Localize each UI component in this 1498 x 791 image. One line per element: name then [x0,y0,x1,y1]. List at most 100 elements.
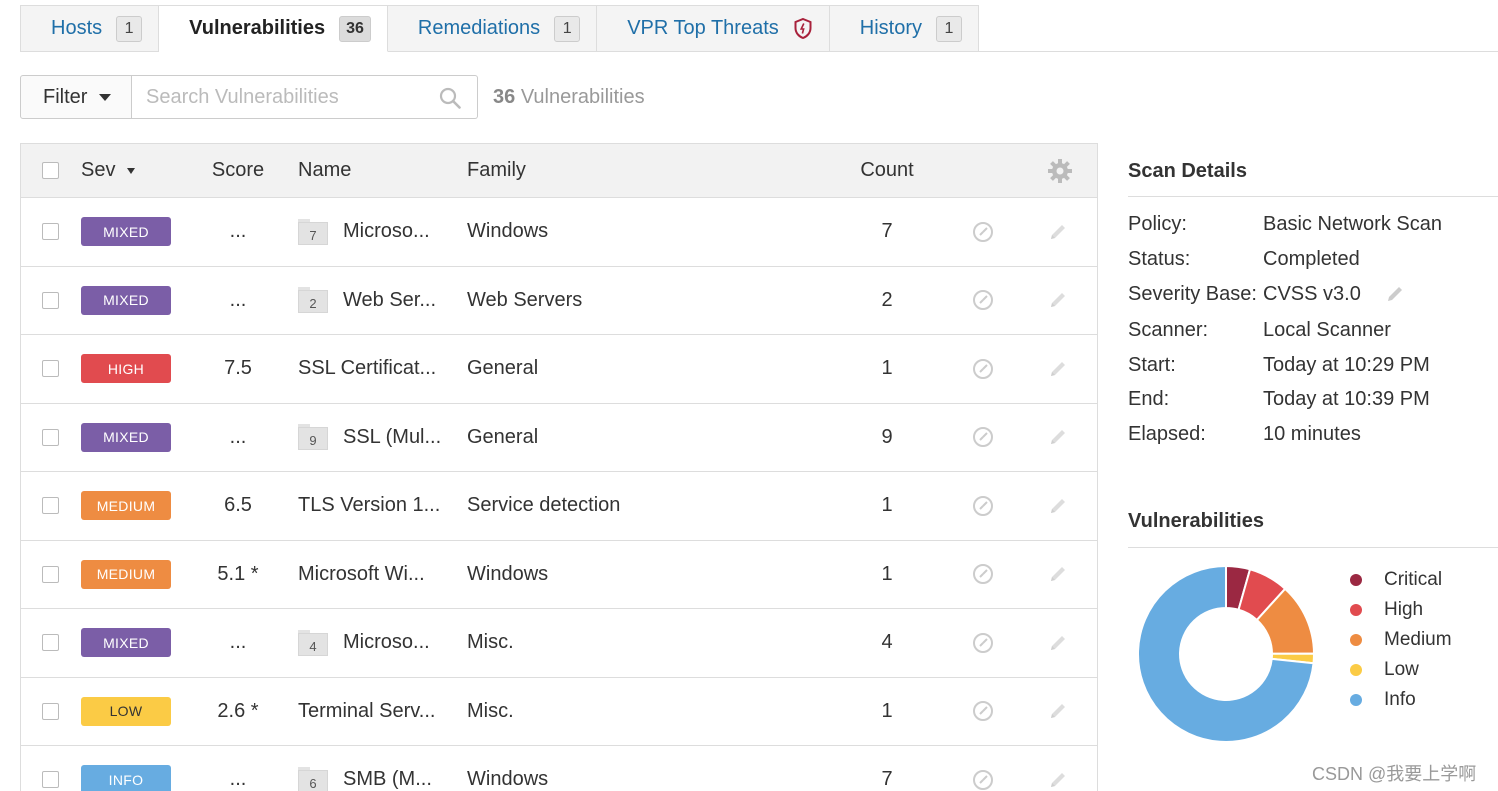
snooze-icon[interactable] [972,678,994,746]
row-checkbox[interactable] [42,702,59,720]
detail-label: Policy: [1128,213,1187,235]
edit-pencil-icon[interactable] [1048,609,1068,677]
row-checkbox[interactable] [42,771,59,789]
table-row[interactable]: MIXED... 2 Web Ser... Web Servers 2 [21,267,1097,335]
snooze-icon[interactable] [972,541,994,609]
tab-label: History [859,17,922,39]
table-row[interactable]: MIXED... 4 Microso... Misc. 4 [21,609,1097,678]
detail-label: Scanner: [1128,319,1209,341]
score-cell: ... [229,288,247,311]
scan-detail-row: End: Today at 10:39 PM [1128,388,1430,411]
row-checkbox[interactable] [42,223,59,241]
snooze-icon[interactable] [972,472,994,540]
edit-pencil-icon[interactable] [1048,267,1068,335]
legend-item[interactable]: Info [1350,685,1452,715]
count-cell: 9 [881,425,893,448]
table-row[interactable]: INFO... 6 SMB (M... Windows 7 [21,746,1097,791]
row-checkbox[interactable] [42,565,59,583]
row-checkbox[interactable] [42,634,59,652]
vuln-name: SMB (M... [343,768,432,791]
table-body: MIXED... 7 Microso... Windows 7 MIXED... 2 Web … [21,198,1097,791]
score-cell: ... [229,631,247,654]
severity-badge: MIXED [81,628,171,658]
legend-label: Info [1384,689,1416,710]
tab-bar: Hosts 1 Vulnerabilities 36 Remediations … [20,5,979,52]
folder-icon: 6 [298,766,328,791]
row-checkbox[interactable] [42,360,59,378]
search-input[interactable] [146,85,426,109]
detail-value: 10 minutes [1263,423,1361,445]
filter-dropdown-button[interactable]: Filter [20,75,132,119]
table-row[interactable]: HIGH 7.5 SSL Certificat... General 1 [21,335,1097,404]
edit-pencil-icon[interactable] [1048,746,1068,791]
results-count-label: Vulnerabilities [520,86,645,108]
family-cell: Misc. [467,631,514,654]
legend-item[interactable]: Low [1350,655,1452,685]
table-row[interactable]: MIXED... 9 SSL (Mul... General 9 [21,404,1097,472]
tab-vpr-top-threats[interactable]: VPR Top Threats [597,5,830,52]
family-cell: Windows [467,768,549,791]
snooze-icon[interactable] [972,335,994,403]
select-all-checkbox[interactable] [42,162,59,179]
row-checkbox[interactable] [42,428,59,446]
table-row[interactable]: MEDIUM 5.1 * Microsoft Wi... Windows 1 [21,541,1097,609]
name-cell: TLS Version 1... [298,472,440,540]
snooze-icon[interactable] [972,609,994,677]
severity-badge: MEDIUM [81,491,171,521]
tab-vulnerabilities[interactable]: Vulnerabilities 36 [159,5,388,52]
legend-item[interactable]: Critical [1350,565,1452,595]
vuln-name: Web Ser... [343,288,437,311]
vuln-name: SSL Certificat... [298,357,437,380]
sort-sev-header[interactable]: Sev [81,144,136,197]
table-row[interactable]: LOW 2.6 * Terminal Serv... Misc. 1 [21,678,1097,746]
tab-count-badge: 1 [554,15,581,42]
legend-dot [1350,604,1362,616]
row-checkbox[interactable] [42,497,59,515]
watermark: CSDN @我要上学啊 [1312,764,1477,784]
name-cell: 6 SMB (M... [298,746,432,791]
vulnerabilities-donut-chart [1137,565,1315,743]
detail-label: Elapsed: [1128,423,1206,445]
edit-pencil-icon[interactable] [1048,335,1068,403]
edit-pencil-icon[interactable] [1048,541,1068,609]
vuln-name: Microso... [343,220,430,243]
edit-pencil-icon[interactable] [1385,284,1405,310]
row-checkbox[interactable] [42,291,59,309]
table-row[interactable]: MEDIUM 6.5 TLS Version 1... Service detecti… [21,472,1097,541]
legend-dot [1350,664,1362,676]
tab-history[interactable]: History 1 [829,5,979,52]
search-icon[interactable] [439,87,461,114]
score-cell: ... [229,425,247,448]
gear-icon[interactable] [1047,144,1073,197]
vuln-name: TLS Version 1... [298,494,441,517]
table-row[interactable]: MIXED... 7 Microso... Windows 7 [21,198,1097,267]
snooze-icon[interactable] [972,746,994,791]
header-count[interactable]: Count [847,144,927,197]
edit-pencil-icon[interactable] [1048,678,1068,746]
name-cell: Terminal Serv... [298,678,435,746]
tab-count-badge: 36 [339,15,371,42]
vuln-name: SSL (Mul... [343,425,442,448]
edit-pencil-icon[interactable] [1048,404,1068,472]
legend-label: Low [1384,659,1419,680]
vuln-name: Microso... [343,631,430,654]
tab-hosts[interactable]: Hosts 1 [20,5,160,52]
family-cell: General [467,357,539,380]
edit-pencil-icon[interactable] [1048,198,1068,266]
family-cell: Windows [467,562,549,585]
name-cell: Microsoft Wi... [298,541,425,609]
header-name[interactable]: Name [298,144,351,197]
header-family[interactable]: Family [467,144,526,197]
snooze-icon[interactable] [972,267,994,335]
tab-label: Vulnerabilities [189,17,326,39]
severity-badge: MIXED [81,422,171,452]
name-cell: 7 Microso... [298,198,430,266]
snooze-icon[interactable] [972,404,994,472]
legend-item[interactable]: High [1350,595,1452,625]
legend-item[interactable]: Medium [1350,625,1452,655]
group-count: 6 [298,769,328,791]
header-score[interactable]: Score [193,144,283,197]
tab-remediations[interactable]: Remediations 1 [387,5,598,52]
snooze-icon[interactable] [972,198,994,266]
edit-pencil-icon[interactable] [1048,472,1068,540]
